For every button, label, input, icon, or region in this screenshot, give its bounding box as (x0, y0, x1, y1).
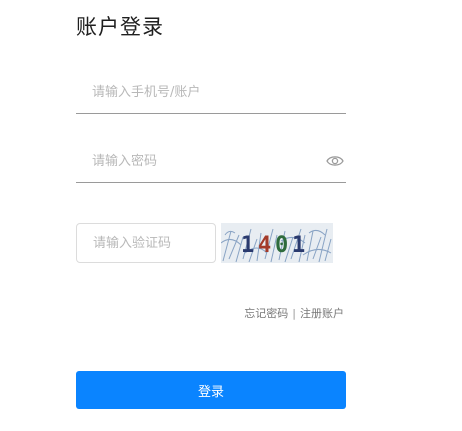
page-title: 账户登录 (76, 15, 164, 39)
password-field (76, 142, 346, 183)
captcha-input[interactable] (76, 223, 216, 263)
forgot-password-link[interactable]: 忘记密码 (244, 307, 288, 320)
password-input[interactable] (76, 142, 316, 180)
captcha-graphic: 1 4 0 1 (220, 223, 333, 263)
account-input[interactable] (76, 73, 316, 111)
login-button[interactable]: 登录 (76, 371, 346, 409)
account-field (76, 73, 346, 114)
register-link[interactable]: 注册账户 (300, 307, 344, 320)
login-page: 账户登录 1 (0, 0, 462, 431)
eye-icon[interactable] (326, 153, 344, 167)
link-separator: | (292, 307, 296, 320)
auth-links: 忘记密码 | 注册账户 (220, 305, 344, 321)
captcha-digit-3: 0 (275, 233, 288, 258)
captcha-digit-1: 1 (241, 233, 254, 258)
captcha-digit-2: 4 (258, 233, 271, 258)
captcha-digit-4: 1 (292, 233, 305, 258)
captcha-image[interactable]: 1 4 0 1 (220, 223, 333, 263)
